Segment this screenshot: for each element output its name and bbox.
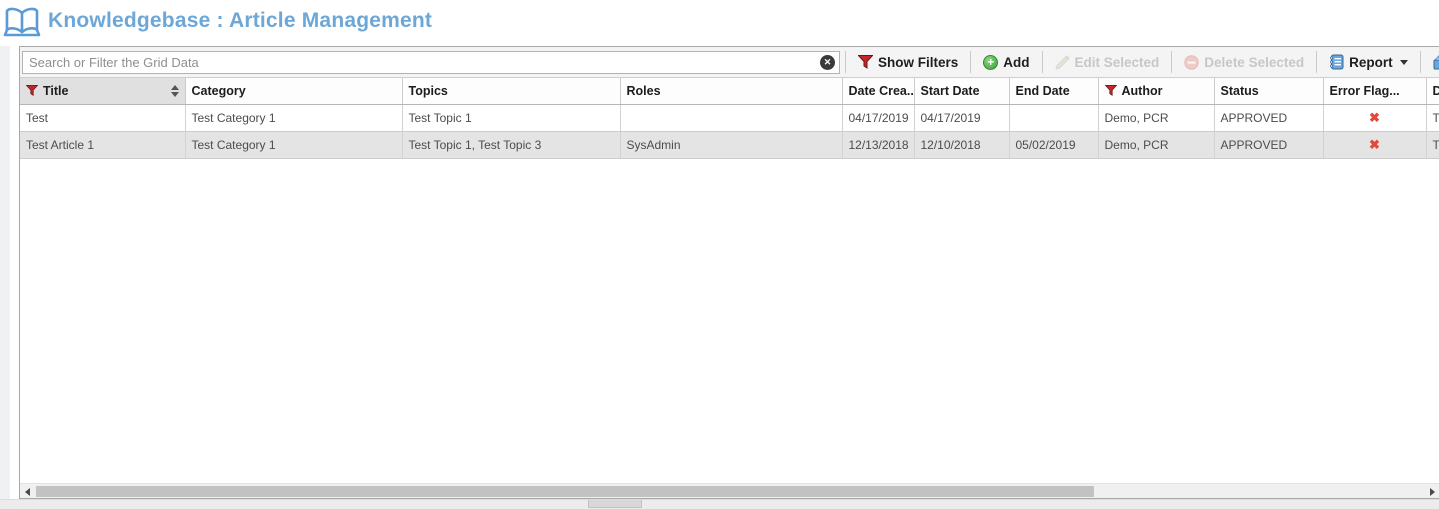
cell-start_date[interactable]: 04/17/2019 (914, 104, 1009, 131)
column-label: Roles (627, 84, 661, 98)
column-header-description[interactable]: Des (1426, 78, 1439, 104)
toolbar-separator (845, 51, 846, 73)
column-label: Category (192, 84, 246, 98)
toolbar-separator (970, 51, 971, 73)
left-margin-strip (0, 0, 10, 509)
horizontal-scrollbar[interactable] (20, 483, 1439, 498)
cell-start_date[interactable]: 12/10/2018 (914, 131, 1009, 158)
page-header: Knowledgebase : Article Management (0, 0, 1439, 46)
cell-status[interactable]: APPROVED (1214, 104, 1323, 131)
column-header-date_created[interactable]: Date Crea... (842, 78, 914, 104)
table-row[interactable]: TestTest Category 1Test Topic 1 04/17/201… (20, 104, 1439, 131)
toolbar-separator (1042, 51, 1043, 73)
cell-error_flag[interactable]: ✖ (1323, 131, 1426, 158)
error-flag-icon: ✖ (1369, 137, 1380, 152)
cell-end_date[interactable]: 05/02/2019 (1009, 131, 1098, 158)
cell-title[interactable]: Test Article 1 (20, 131, 185, 158)
column-header-error_flag[interactable]: Error Flag... (1323, 78, 1426, 104)
cell-end_date[interactable] (1009, 104, 1098, 131)
column-label: Status (1221, 84, 1259, 98)
grid-panel: ✕ Show Filters + Add Edit Sele (19, 46, 1439, 499)
add-plus-icon: + (983, 55, 998, 70)
column-filter-icon (1105, 85, 1117, 96)
perspectives-button[interactable]: Perspectives (1426, 49, 1439, 75)
search-wrap: ✕ (22, 51, 840, 74)
column-label: Date Crea... (849, 84, 915, 98)
toolbar-separator (1420, 51, 1421, 73)
show-filters-button[interactable]: Show Filters (851, 49, 965, 75)
grid-area: Title Category Topics Roles Date Crea... Star… (20, 78, 1439, 483)
table-row[interactable]: Test Article 1Test Category 1Test Topic … (20, 131, 1439, 158)
report-caret-icon (1400, 60, 1408, 65)
knowledgebase-book-icon (2, 5, 42, 41)
cell-category[interactable]: Test Category 1 (185, 104, 402, 131)
column-filter-icon (26, 85, 38, 96)
filter-funnel-icon (858, 55, 873, 69)
column-header-title[interactable]: Title (20, 78, 185, 104)
cell-roles[interactable]: SysAdmin (620, 131, 842, 158)
clear-search-icon[interactable]: ✕ (820, 55, 835, 70)
cell-roles[interactable] (620, 104, 842, 131)
scrollbar-thumb[interactable] (36, 486, 1094, 497)
column-header-start_date[interactable]: Start Date (914, 78, 1009, 104)
article-management-page: Knowledgebase : Article Management ✕ Sho… (0, 0, 1439, 509)
column-header-status[interactable]: Status (1214, 78, 1323, 104)
edit-selected-button[interactable]: Edit Selected (1048, 49, 1167, 75)
cell-author[interactable]: Demo, PCR (1098, 104, 1214, 131)
grid-toolbar: ✕ Show Filters + Add Edit Sele (20, 47, 1439, 78)
perspectives-layers-icon (1433, 55, 1439, 70)
cell-date_created[interactable]: 04/17/2019 (842, 104, 914, 131)
delete-selected-button[interactable]: Delete Selected (1177, 49, 1311, 75)
column-label: Author (1122, 84, 1163, 98)
toolbar-separator (1316, 51, 1317, 73)
toolbar-separator (1171, 51, 1172, 73)
cell-description[interactable]: Tes (1426, 131, 1439, 158)
scroll-left-arrow-icon[interactable] (25, 488, 30, 496)
add-button[interactable]: + Add (976, 49, 1036, 75)
column-label: Des (1433, 84, 1439, 98)
minus-circle-icon (1184, 55, 1199, 70)
edit-selected-label: Edit Selected (1075, 55, 1160, 70)
scroll-right-arrow-icon[interactable] (1430, 488, 1435, 496)
column-label: Start Date (921, 84, 980, 98)
cell-description[interactable]: Tes (1426, 104, 1439, 131)
cell-topics[interactable]: Test Topic 1, Test Topic 3 (402, 131, 620, 158)
sort-icon (171, 85, 179, 97)
cell-topics[interactable]: Test Topic 1 (402, 104, 620, 131)
cell-date_created[interactable]: 12/13/2018 (842, 131, 914, 158)
report-notebook-icon (1329, 54, 1344, 70)
report-button[interactable]: Report (1322, 49, 1415, 75)
column-header-author[interactable]: Author (1098, 78, 1214, 104)
show-filters-label: Show Filters (878, 55, 958, 70)
cell-error_flag[interactable]: ✖ (1323, 104, 1426, 131)
grid-body: TestTest Category 1Test Topic 1 04/17/201… (20, 104, 1439, 158)
column-label: Topics (409, 84, 448, 98)
column-header-topics[interactable]: Topics (402, 78, 620, 104)
cell-status[interactable]: APPROVED (1214, 131, 1323, 158)
pencil-icon (1055, 55, 1070, 70)
grid-header-row: Title Category Topics Roles Date Crea... Star… (20, 78, 1439, 104)
column-label: Title (43, 84, 68, 98)
column-header-roles[interactable]: Roles (620, 78, 842, 104)
cell-category[interactable]: Test Category 1 (185, 131, 402, 158)
search-input[interactable] (22, 51, 840, 74)
bottom-strip (0, 499, 1439, 509)
column-header-end_date[interactable]: End Date (1009, 78, 1098, 104)
bottom-scroll-tab (588, 500, 642, 508)
error-flag-icon: ✖ (1369, 110, 1380, 125)
column-label: End Date (1016, 84, 1070, 98)
cell-title[interactable]: Test (20, 104, 185, 131)
column-header-category[interactable]: Category (185, 78, 402, 104)
grid-table: Title Category Topics Roles Date Crea... Star… (20, 78, 1439, 159)
add-label: Add (1003, 55, 1029, 70)
cell-author[interactable]: Demo, PCR (1098, 131, 1214, 158)
column-label: Error Flag... (1330, 84, 1400, 98)
delete-selected-label: Delete Selected (1204, 55, 1304, 70)
report-label: Report (1349, 55, 1393, 70)
page-title: Knowledgebase : Article Management (48, 9, 432, 33)
